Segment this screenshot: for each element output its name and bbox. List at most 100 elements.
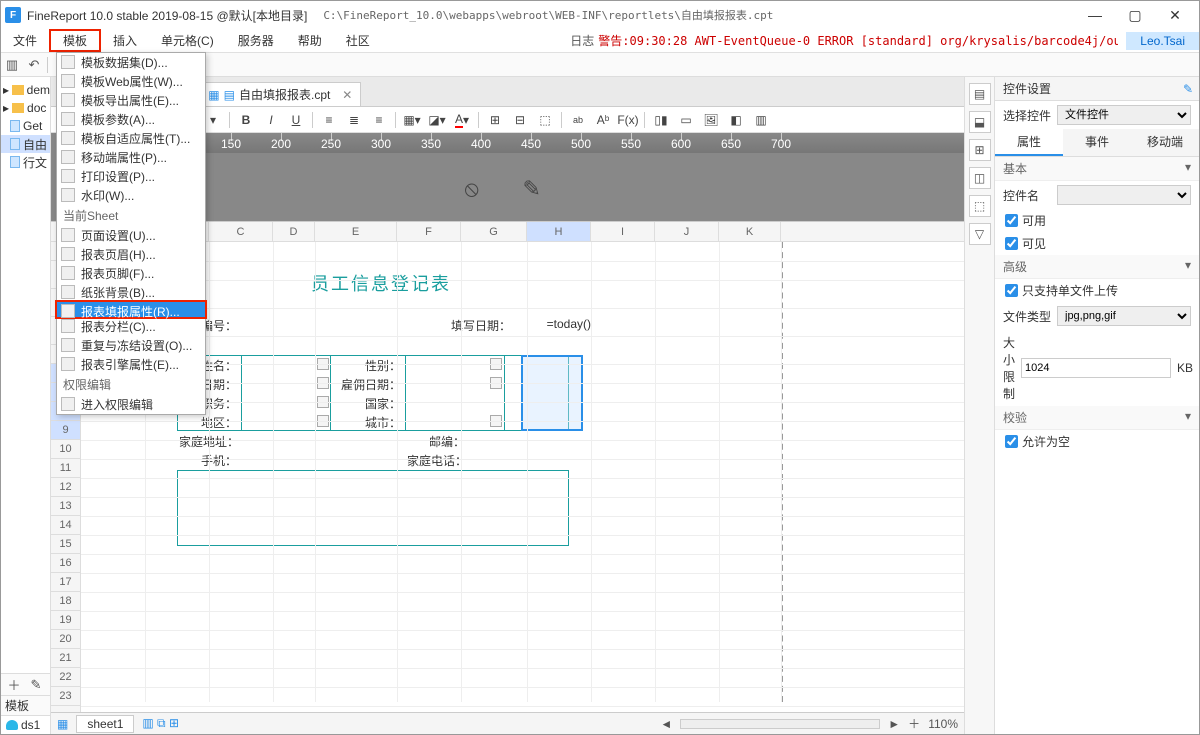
group-validation[interactable]: 校验▾ (995, 406, 1199, 430)
size-input[interactable] (1021, 358, 1171, 378)
menu-community[interactable]: 社区 (334, 29, 382, 52)
minimize-button[interactable]: — (1075, 1, 1115, 29)
row-header[interactable]: 16 (51, 554, 80, 573)
row-header[interactable]: 23 (51, 687, 80, 706)
menu-item[interactable]: 模板数据集(D)... (57, 53, 205, 72)
menu-item[interactable]: 水印(W)... (57, 186, 205, 205)
enable-checkbox[interactable] (1005, 214, 1018, 227)
scrollbar[interactable] (680, 719, 880, 729)
abc-button[interactable]: ab (567, 110, 589, 130)
row-header[interactable]: 18 (51, 592, 80, 611)
filter-panel-icon[interactable]: ▽ (969, 223, 991, 245)
link-panel-icon[interactable]: ⊞ (969, 139, 991, 161)
align-right-button[interactable]: ≡ (368, 110, 390, 130)
tab-property[interactable]: 属性 (995, 129, 1063, 156)
menu-item[interactable]: 进入权限编辑 (57, 395, 205, 414)
new-button[interactable]: ▥ (1, 55, 23, 75)
selected-cell-h6-h9[interactable] (521, 355, 583, 431)
chart-button[interactable]: ▯▮ (650, 110, 672, 130)
column-header[interactable]: G (461, 222, 527, 241)
bold-button[interactable]: B (235, 110, 257, 130)
sheet-view-icons[interactable]: ▥ ⧉ ⊞ (142, 716, 179, 731)
row-header[interactable]: 13 (51, 497, 80, 516)
style-panel-icon[interactable]: ⬚ (969, 195, 991, 217)
column-header[interactable]: K (719, 222, 781, 241)
widget-type-select[interactable]: 文件控件 (1057, 105, 1191, 125)
tree-item[interactable]: Get (1, 117, 50, 135)
row-header[interactable]: 21 (51, 649, 80, 668)
user-badge[interactable]: Leo.Tsai (1126, 32, 1199, 50)
sup-button[interactable]: Aᵇ (592, 110, 614, 130)
italic-button[interactable]: I (260, 110, 282, 130)
menu-item[interactable]: 打印设置(P)... (57, 167, 205, 186)
menu-item[interactable]: 报表页脚(F)... (57, 264, 205, 283)
menu-item[interactable]: 重复与冻结设置(O)... (57, 336, 205, 355)
edit-button[interactable]: ✎ (25, 675, 47, 695)
menu-template[interactable]: 模板 (49, 29, 101, 52)
menu-item[interactable]: 模板导出属性(E)... (57, 91, 205, 110)
menu-item[interactable]: 模板Web属性(W)... (57, 72, 205, 91)
row-header[interactable]: 11 (51, 459, 80, 478)
column-header[interactable]: D (273, 222, 315, 241)
menu-server[interactable]: 服务器 (226, 29, 286, 52)
log-label[interactable]: 日志 (570, 32, 594, 49)
float-button[interactable]: ▭ (675, 110, 697, 130)
edit-icon[interactable]: ✎ (523, 176, 551, 198)
widget-panel-icon[interactable]: ▤ (969, 83, 991, 105)
column-header[interactable]: F (397, 222, 461, 241)
menu-item[interactable]: 报表填报属性(R)... (55, 300, 207, 319)
menu-item[interactable]: 页面设置(U)... (57, 226, 205, 245)
column-header[interactable]: J (655, 222, 719, 241)
menu-help[interactable]: 帮助 (286, 29, 334, 52)
underline-button[interactable]: U (285, 110, 307, 130)
row-header[interactable]: 17 (51, 573, 80, 592)
format-button[interactable]: ⬚ (534, 110, 556, 130)
tab-mobile[interactable]: 移动端 (1131, 129, 1199, 156)
column-header[interactable]: E (315, 222, 397, 241)
row-header[interactable]: 14 (51, 516, 80, 535)
picture-button[interactable]: 🖼 (700, 110, 722, 130)
merge-button[interactable]: ⊞ (484, 110, 506, 130)
datasource-item[interactable]: ds1 (1, 716, 50, 734)
row-header[interactable]: 20 (51, 630, 80, 649)
scroll-left-icon[interactable]: ◄ (660, 717, 672, 731)
border-button[interactable]: ▦▾ (401, 110, 423, 130)
back-button[interactable]: ↶ (23, 55, 45, 75)
tree-item[interactable]: ▸doc (1, 99, 50, 117)
unmerge-button[interactable]: ⊟ (509, 110, 531, 130)
row-header[interactable]: 19 (51, 611, 80, 630)
menu-item[interactable]: 模板自适应属性(T)... (57, 129, 205, 148)
tree-item[interactable]: 行文 (1, 153, 50, 171)
column-header[interactable]: C (209, 222, 273, 241)
zoom-plus-icon[interactable]: ＋ (908, 715, 920, 732)
hide-icon[interactable]: ⦸ (465, 176, 493, 198)
fill-color-button[interactable]: ◪▾ (426, 110, 448, 130)
menu-insert[interactable]: 插入 (101, 29, 149, 52)
menu-item[interactable]: 报表页眉(H)... (57, 245, 205, 264)
tab-close-icon[interactable]: ✕ (342, 88, 352, 102)
template-tab[interactable]: 模板 (1, 697, 33, 714)
visible-checkbox[interactable] (1005, 237, 1018, 250)
expand-panel-icon[interactable]: ◫ (969, 167, 991, 189)
close-button[interactable]: ✕ (1155, 1, 1195, 29)
scroll-right-icon[interactable]: ► (888, 717, 900, 731)
misc-button[interactable]: ◧ (725, 110, 747, 130)
group-basic[interactable]: 基本▾ (995, 157, 1199, 181)
widget-name-input[interactable] (1057, 185, 1191, 205)
maximize-button[interactable]: ▢ (1115, 1, 1155, 29)
row-header[interactable]: 12 (51, 478, 80, 497)
add-button[interactable]: ＋ (3, 675, 25, 695)
singlefile-checkbox[interactable] (1005, 284, 1018, 297)
menu-file[interactable]: 文件 (1, 29, 49, 52)
menu-cell[interactable]: 单元格(C) (149, 29, 226, 52)
fx-button[interactable]: F(x) (617, 110, 639, 130)
tree-item[interactable]: ▸dem (1, 81, 50, 99)
column-header[interactable]: I (591, 222, 655, 241)
misc2-button[interactable]: ▥ (750, 110, 772, 130)
row-header[interactable]: 22 (51, 668, 80, 687)
menu-item[interactable]: 模板参数(A)... (57, 110, 205, 129)
row-header[interactable]: 9 (51, 421, 80, 440)
edit-icon[interactable]: ✎ (1183, 77, 1193, 101)
filetype-select[interactable]: jpg,png,gif (1057, 306, 1191, 326)
tab-event[interactable]: 事件 (1063, 129, 1131, 156)
